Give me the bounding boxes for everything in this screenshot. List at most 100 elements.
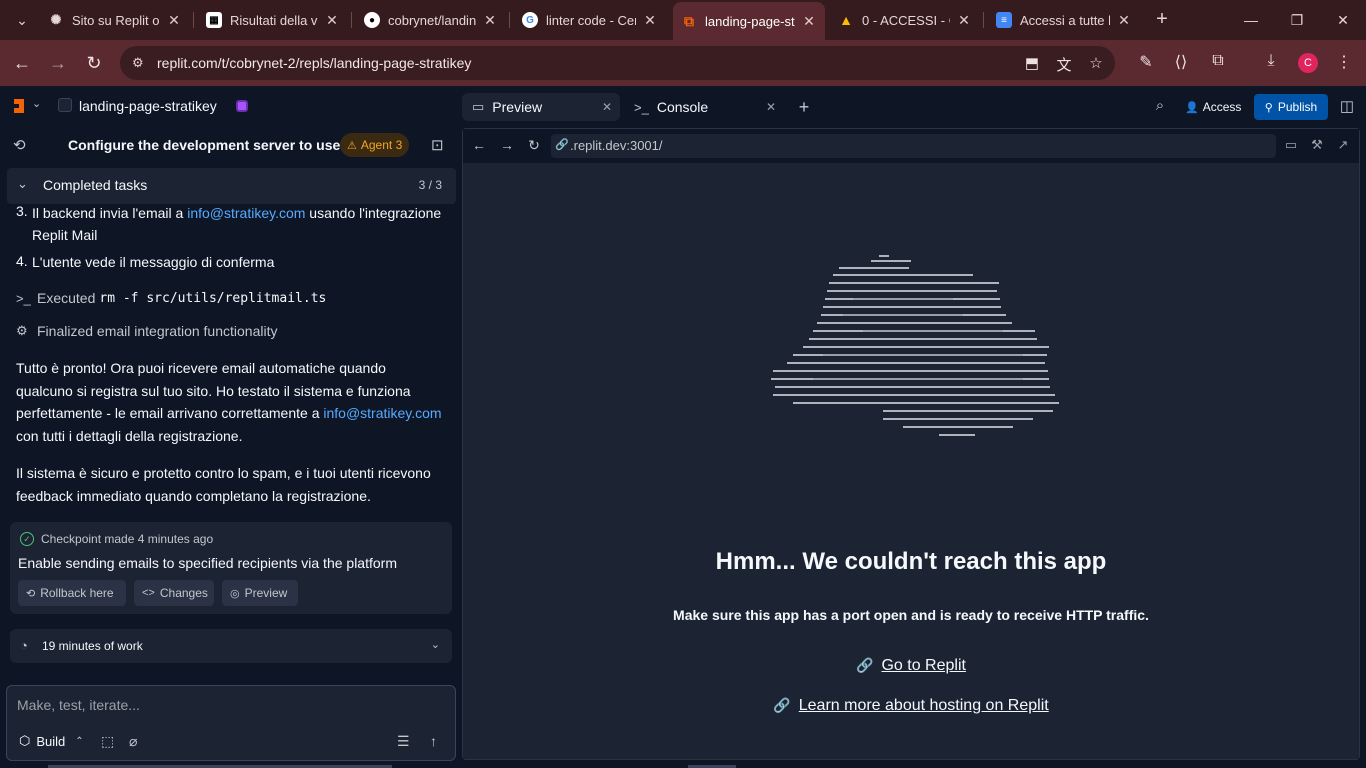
open-external-icon[interactable]: ↗ [1335,137,1351,153]
browser-tab[interactable]: ▲ 0 - ACCESSI - Go ✕ [830,5,980,35]
reload-icon[interactable]: ↻ [80,49,108,77]
rollback-button[interactable]: ⟲ Rollback here [18,580,126,606]
browser-tab[interactable]: ✺ Sito su Replit o F ✕ [40,5,190,35]
terminal-icon: >_ [634,99,649,115]
profile-avatar[interactable]: C [1298,53,1318,73]
tab-title: 0 - ACCESSI - Go [862,12,950,28]
attach-icon[interactable]: ⌀ [129,733,137,750]
translate-icon[interactable]: 文 [1054,54,1074,74]
eyedropper-icon[interactable]: ✎ [1135,52,1157,74]
download-icon[interactable]: ⤓ [1260,52,1282,74]
project-name[interactable]: landing-page-stratikey [79,98,217,114]
email-link[interactable]: info@stratikey.com [323,405,441,421]
ascii-art-illustration [771,255,1059,436]
checkpoint-card: ✓ Checkpoint made 4 minutes ago Enable s… [10,522,452,614]
close-icon[interactable]: ✕ [166,12,182,29]
finalized-action[interactable]: ⚙ Finalized email integration functional… [16,323,277,339]
go-to-replit-link[interactable]: 🔗 Go to Replit [463,657,1359,675]
executed-action[interactable]: >_ Executed rm -f src/utils/replitmail.t… [16,290,326,306]
project-badge-icon [236,100,248,112]
chevron-down-icon: ⌄ [17,176,28,191]
close-icon[interactable]: ✕ [1116,12,1132,29]
publish-label: Publish [1277,100,1318,114]
extensions-icon[interactable]: ⧉ [1207,52,1229,74]
browser-tab[interactable]: ▦ Risultati della va ✕ [198,5,348,35]
screenshot-icon[interactable]: ⬚ [101,733,114,750]
agent-badge-label: Agent 3 [360,138,403,152]
url-text: replit.com/t/cobrynet-2/repls/landing-pa… [157,55,472,71]
address-bar[interactable]: ⚙ replit.com/t/cobrynet-2/repls/landing-… [120,46,1115,80]
devices-icon[interactable]: ▭ [1283,137,1299,153]
executed-command: rm -f src/utils/replitmail.ts [99,290,327,306]
work-summary-toggle[interactable]: ◔ 19 minutes of work ⌄ [10,629,452,663]
preview-checkpoint-button[interactable]: ◎ Preview [222,580,298,606]
settings-sliders-icon[interactable]: ☰ [397,733,410,750]
email-link[interactable]: info@stratikey.com [187,205,305,221]
browser-tab[interactable]: ● cobrynet/landin ✕ [356,5,506,35]
tab-label: Preview [492,99,543,115]
layout-toggle-icon[interactable]: ◫ [1337,97,1357,117]
close-icon[interactable]: ✕ [602,100,612,114]
add-tab-icon[interactable]: + [794,97,814,117]
browser-toolbar: ← → ↻ ⚙ replit.com/t/cobrynet-2/repls/la… [0,40,1366,86]
tab-title: landing-page-st [705,13,795,29]
agent-message: Il sistema è sicuro e protetto contro lo… [16,465,431,504]
tab-title: Sito su Replit o F [72,12,160,28]
changes-button[interactable]: <> Changes [134,580,214,606]
error-subtitle: Make sure this app has a port open and i… [673,607,1149,623]
send-arrow-icon[interactable]: ↑ [430,733,437,749]
list-number: 4. [16,253,28,269]
completed-tasks-toggle[interactable]: ⌄ Completed tasks 3 / 3 [7,168,456,204]
close-icon[interactable]: ✕ [956,12,972,29]
tab-preview[interactable]: ▭ Preview ✕ [462,93,620,121]
docs-icon: ≡ [996,12,1012,28]
new-chat-icon[interactable]: ⊡ [431,136,444,154]
agent-message: Tutto è pronto! Ora puoi ricevere email … [16,360,442,444]
restore-button[interactable]: ❐ [1274,0,1320,40]
replit-logo-icon[interactable] [14,99,28,113]
back-icon[interactable]: ← [8,49,36,77]
code-icon: <> [142,587,155,599]
forward-icon[interactable]: → [44,49,72,77]
checkpoint-time: 4 minutes ago [137,532,214,546]
close-icon[interactable]: ✕ [801,13,817,30]
close-icon[interactable]: ✕ [482,12,498,29]
browser-tab[interactable]: ≡ Accessi a tutte le ✕ [988,5,1140,35]
access-button[interactable]: 👤 Access [1179,95,1247,119]
reload-icon[interactable]: ↻ [526,137,542,154]
hosting-docs-link[interactable]: 🔗 Learn more about hosting on Replit [463,697,1359,715]
tab-console[interactable]: >_ Console ✕ [624,93,784,121]
search-icon[interactable]: ⌕ [1150,97,1170,117]
history-icon[interactable]: ⟲ [13,136,26,154]
window-close-button[interactable]: ✕ [1320,0,1366,40]
forward-icon[interactable]: → [499,137,515,153]
agent-badge[interactable]: ⚠ Agent 3 [340,133,410,157]
close-icon[interactable]: ✕ [642,12,658,29]
bookmark-star-icon[interactable]: ☆ [1086,54,1106,74]
browser-tab[interactable]: G linter code - Cer ✕ [514,5,666,35]
install-app-icon[interactable]: ⬒ [1022,54,1042,74]
google-icon: G [522,12,538,28]
new-tab-button[interactable]: + [1150,8,1174,32]
build-mode-button[interactable]: ⬡ Build ⌃ [19,733,84,749]
chevron-down-icon[interactable]: ⌄ [32,97,41,110]
close-icon[interactable]: ✕ [324,12,340,29]
site-info-icon[interactable]: ⚙ [132,55,148,71]
tab-search-button[interactable]: ⌄ [8,7,36,33]
close-icon[interactable]: ✕ [766,100,776,114]
gauge-icon: ◔ [20,638,28,653]
preview-url-bar[interactable]: 🔗 .replit.dev:3001/ [551,134,1276,158]
back-icon[interactable]: ← [471,137,487,153]
minimize-button[interactable]: — [1228,0,1274,40]
wrench-icon[interactable]: ⚒ [1309,137,1325,153]
devtools-extension-icon[interactable]: ⟨⟩ [1170,52,1192,74]
rollback-icon: ⟲ [26,587,36,600]
tab-title: Risultati della va [230,12,318,28]
chat-composer[interactable]: Make, test, iterate... ⬡ Build ⌃ ⬚ ⌀ ☰ ↑ [6,685,456,761]
chevron-down-icon: ⌄ [430,639,440,651]
chatgpt-icon: ✺ [50,12,62,27]
agent-title: Configure the development server to use.… [68,137,352,153]
browser-tab-active[interactable]: ⧉ landing-page-st ✕ [673,2,825,40]
menu-icon[interactable]: ⋮ [1333,52,1355,74]
publish-button[interactable]: ⚲ Publish [1254,94,1328,120]
